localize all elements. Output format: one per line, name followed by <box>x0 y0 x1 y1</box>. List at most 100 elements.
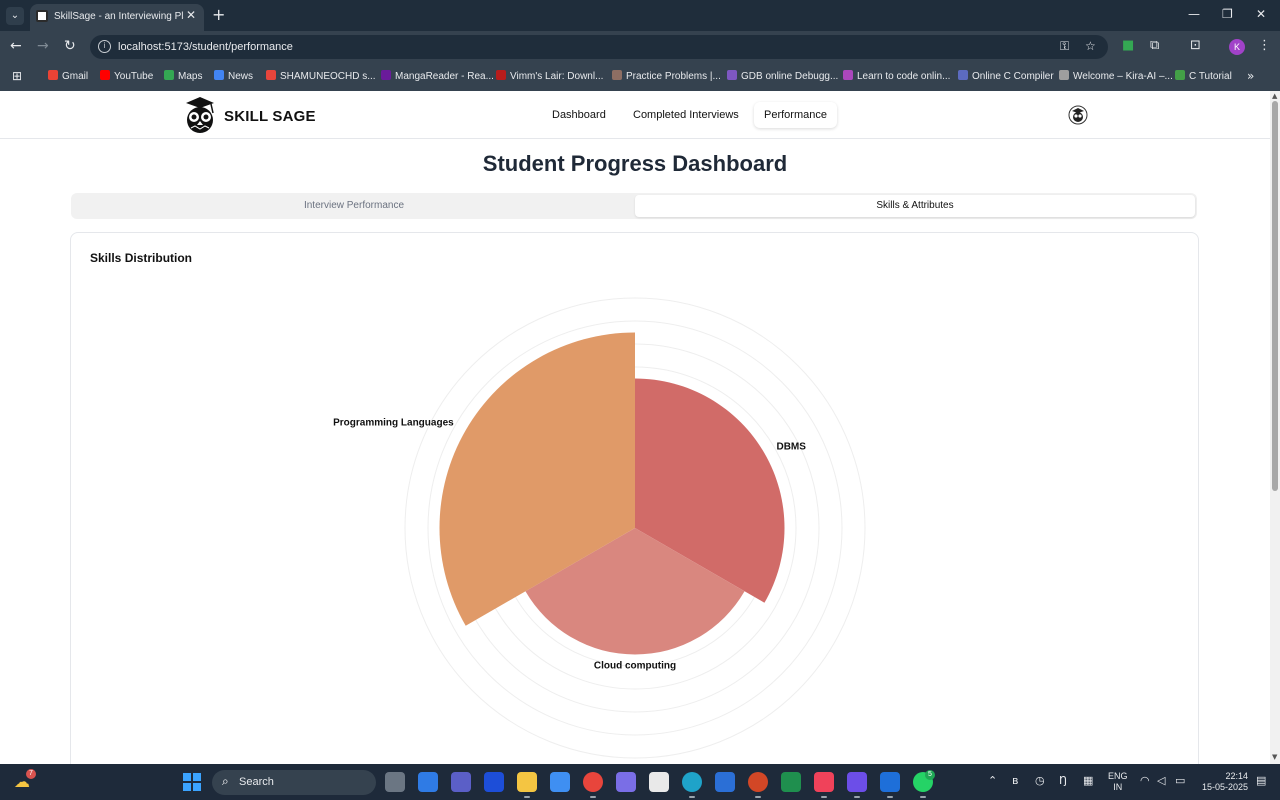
tab-close-icon[interactable]: ✕ <box>186 8 196 22</box>
tray-overflow-icon[interactable]: ⌃ <box>988 774 997 787</box>
tab-favicon-icon <box>36 10 48 22</box>
owl-logo-icon[interactable] <box>180 95 220 135</box>
bookmark-favicon-icon <box>266 70 276 80</box>
windows-taskbar: ☁ 7 ⌕ Search 5 ⌃ ʙ ◷ Ŋ ▦ ENG IN ◠ ◁ ▭ 22… <box>0 764 1280 800</box>
bookmark-label: Online C Compiler <box>972 71 1054 82</box>
edge-icon[interactable] <box>682 772 702 798</box>
search-label: Search <box>239 776 274 788</box>
bookmark-item[interactable]: News <box>214 70 253 82</box>
reload-icon[interactable]: ↻ <box>64 38 76 54</box>
bookmark-item[interactable]: Practice Problems |... <box>612 70 721 82</box>
screenshot-icon[interactable]: ⊡ <box>1190 38 1201 53</box>
scroll-down-arrow-icon[interactable]: ▼ <box>1272 753 1277 761</box>
bookmark-favicon-icon <box>100 70 110 80</box>
bookmark-item[interactable]: Vimm's Lair: Downl... <box>496 70 603 82</box>
l-app-icon[interactable] <box>484 772 504 792</box>
music-icon[interactable] <box>814 772 834 798</box>
bookmark-label: News <box>228 71 254 82</box>
windows-start-icon[interactable] <box>183 773 201 791</box>
bookmark-favicon-icon <box>727 70 737 80</box>
bookmark-label: MangaReader - Rea... <box>395 71 494 82</box>
site-info-icon[interactable]: i <box>98 40 111 53</box>
store-icon[interactable] <box>649 772 669 792</box>
bookmark-item[interactable]: Gmail <box>48 70 88 82</box>
nav-completed-interviews[interactable]: Completed Interviews <box>633 109 739 121</box>
brand-name[interactable]: SKILL SAGE <box>224 108 316 125</box>
address-bar[interactable]: i localhost:5173/student/performance ⚿ ☆ <box>90 35 1108 59</box>
keyboard-icon[interactable]: ▦ <box>1083 774 1093 787</box>
more-bookmarks-chevron-icon[interactable]: » <box>1247 69 1254 83</box>
bluetooth-icon[interactable]: ʙ <box>1012 774 1018 787</box>
page-scrollbar[interactable]: ▲ ▼ <box>1270 91 1280 764</box>
bookmark-item[interactable]: YouTube <box>100 70 153 82</box>
weather-badge: 7 <box>26 769 36 779</box>
chrome-icon[interactable] <box>583 772 603 798</box>
excel-icon[interactable] <box>781 772 801 792</box>
bookmark-item[interactable]: GDB online Debugg... <box>727 70 838 82</box>
language-indicator[interactable]: ENG IN <box>1108 771 1128 793</box>
bookmark-item[interactable]: SHAMUNEOCHD s... <box>266 70 376 82</box>
vscode-icon[interactable] <box>880 772 900 798</box>
apps-grid-icon[interactable]: ⊞ <box>12 69 22 83</box>
page-title: Student Progress Dashboard <box>482 151 788 176</box>
extensions-puzzle-icon[interactable]: ⧉ <box>1150 38 1159 53</box>
file-explorer-icon[interactable] <box>517 772 537 798</box>
pen-app-icon[interactable] <box>550 772 570 792</box>
clock-app-icon[interactable]: ◷ <box>1035 774 1045 787</box>
photos-icon[interactable] <box>616 772 636 792</box>
window-close-icon[interactable]: ✕ <box>1256 7 1266 21</box>
clock-time: 22:14 <box>1225 771 1248 781</box>
bookmark-item[interactable]: Maps <box>164 70 202 82</box>
app-header: SKILL SAGE Dashboard Completed Interview… <box>0 91 1270 139</box>
taskbar-clock[interactable]: 22:14 15-05-2025 <box>1196 771 1248 793</box>
tab-search-chevron-icon[interactable]: ⌄ <box>6 7 24 25</box>
minimize-icon[interactable]: — <box>1188 7 1200 21</box>
media-player-icon[interactable] <box>847 772 867 798</box>
bookmark-item[interactable]: C Tutorial <box>1175 70 1232 82</box>
scroll-thumb[interactable] <box>1272 101 1278 491</box>
bookmark-favicon-icon <box>164 70 174 80</box>
volume-icon[interactable]: ◁ <box>1157 774 1165 787</box>
nav-performance[interactable]: Performance <box>754 102 837 128</box>
tab-interview-performance[interactable]: Interview Performance <box>74 195 634 217</box>
bookmark-item[interactable]: MangaReader - Rea... <box>381 70 494 82</box>
taskbar-search[interactable]: ⌕ Search <box>212 770 376 795</box>
whatsapp-badge: 5 <box>925 770 935 780</box>
bookmark-favicon-icon <box>381 70 391 80</box>
bookmark-star-icon[interactable]: ☆ <box>1085 39 1096 53</box>
scroll-up-arrow-icon[interactable]: ▲ <box>1272 92 1277 100</box>
battery-icon[interactable]: ▭ <box>1175 774 1185 787</box>
font-app-icon[interactable]: Ŋ <box>1059 774 1067 787</box>
word-icon[interactable] <box>715 772 735 792</box>
nav-dashboard[interactable]: Dashboard <box>552 109 606 121</box>
extension-shield-icon[interactable]: ■ <box>1122 38 1134 53</box>
bookmark-item[interactable]: Welcome – Kira-AI –... <box>1059 70 1173 82</box>
skills-polar-area-chart: DBMS Cloud computing Programming Languages <box>333 297 866 759</box>
back-arrow-icon[interactable]: ← <box>10 38 22 54</box>
powerpoint-icon[interactable] <box>748 772 768 798</box>
bookmark-label: Maps <box>178 71 203 82</box>
task-view-icon[interactable] <box>385 772 405 792</box>
bookmark-item[interactable]: Learn to code onlin... <box>843 70 950 82</box>
segment-label: Programming Languages <box>333 417 454 428</box>
bookmark-favicon-icon <box>214 70 224 80</box>
user-avatar-icon[interactable] <box>1068 105 1088 125</box>
browser-menu-icon[interactable]: ⋮ <box>1258 38 1271 53</box>
url-text[interactable]: localhost:5173/student/performance <box>118 41 293 53</box>
restore-icon[interactable]: ❐ <box>1222 7 1233 21</box>
bookmark-item[interactable]: Online C Compiler <box>958 70 1054 82</box>
new-tab-plus-icon[interactable]: + <box>212 5 225 24</box>
forward-arrow-icon[interactable]: → <box>37 38 49 54</box>
bookmark-label: Learn to code onlin... <box>857 71 951 82</box>
tab-skills-attributes[interactable]: Skills & Attributes <box>635 195 1195 217</box>
clock-date: 15-05-2025 <box>1201 782 1248 792</box>
wifi-icon[interactable]: ◠ <box>1140 774 1150 787</box>
copilot-icon[interactable] <box>418 772 438 792</box>
bookmark-favicon-icon <box>1059 70 1069 80</box>
browser-tab[interactable]: SkillSage - an Interviewing Platf ✕ <box>30 4 204 31</box>
teams-icon[interactable] <box>451 772 471 792</box>
profile-avatar[interactable]: K <box>1229 39 1245 55</box>
tab-title: SkillSage - an Interviewing Platf <box>54 11 184 22</box>
password-key-icon[interactable]: ⚿ <box>1060 39 1069 54</box>
notifications-icon[interactable]: ▤ <box>1256 774 1266 787</box>
